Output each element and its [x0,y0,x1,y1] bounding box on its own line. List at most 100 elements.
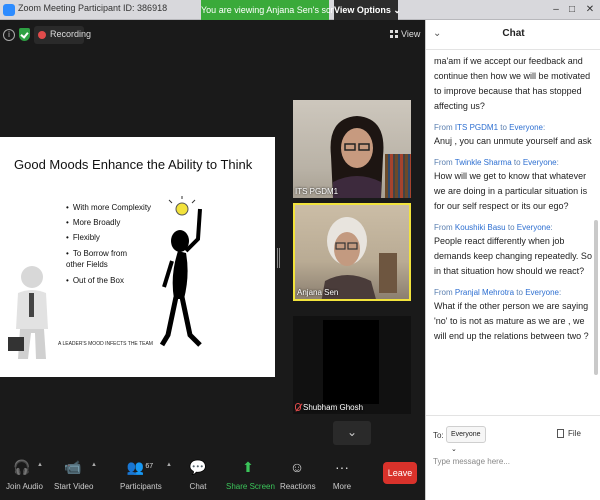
share-screen-button[interactable]: ⬆ Share Screen [226,458,275,491]
recipient-name: Everyone [522,158,557,167]
sender-name[interactable]: Twinkle Sharma [455,158,512,167]
video-off-icon: 📹 [64,459,82,475]
audio-options-caret[interactable]: ▲ [37,462,43,468]
chat-message-text: Anuj , you can unmute yourself and ask [434,136,592,146]
chat-message-text: ma'am if we accept our feedback and cont… [434,56,591,111]
chat-message-sender: From Twinkle Sharma to Everyone: [434,158,559,167]
join-audio-button[interactable]: 🎧 Join Audio [6,458,43,491]
sender-name[interactable]: Pranjal Mehrotra [455,288,514,297]
file-icon [557,429,564,438]
participant-name: ITS PGDM1 [295,187,339,196]
chat-button[interactable]: 💬 Chat [186,458,210,491]
chat-panel: ⌄ Chat ma'am if we accept our feedback a… [425,20,600,500]
from-word: From [434,123,453,132]
participant-count: 67 [145,463,154,470]
participant-name: Anjana Sen [297,288,339,297]
share-screen-icon: ⬆ [242,459,254,475]
chat-title: Chat [502,28,525,39]
to-word: to [507,223,515,232]
to-word: to [516,288,523,297]
panel-resize-handle[interactable] [277,248,280,268]
recipient-name: Everyone [525,288,559,297]
chat-message-text: What if the other person we are saying '… [434,301,589,341]
slide-bullet: More Broadly [66,218,151,227]
grid-icon [390,30,398,38]
chat-message-text: People react differently when job demand… [434,236,592,276]
chevron-down-icon: ⌄ [346,425,358,439]
more-label: More [332,482,352,491]
chat-message-text: How will we get to know that whatever we… [434,171,588,211]
recording-label: Recording [50,29,92,39]
participants-label: Participants [120,482,162,491]
file-button[interactable]: File [557,429,581,438]
scroll-down-button[interactable]: ⌄ [333,421,371,445]
recipient-select[interactable]: Everyone ⌄ [446,426,486,453]
slide-bullet-list: With more Complexity More Broadly Flexib… [66,203,151,291]
slide-footer: A LEADER'S MOOD INFECTS THE TEAM [58,341,153,347]
active-speaker-tile[interactable]: Anjana Sen [293,203,411,301]
meeting-toolbar: 🎧 Join Audio ▲ 📹 Start Video ▲ 👥67 Parti… [0,452,425,500]
slide-title: Good Moods Enhance the Ability to Think [14,157,253,172]
chat-message-list: ma'am if we accept our feedback and cont… [434,54,592,344]
slide-bullet: Out of the Box [66,276,151,285]
chat-label: Chat [189,482,207,491]
to-word: to [500,123,507,132]
from-word: From [434,158,453,167]
participant-video-image [330,116,384,198]
maximize-button[interactable]: □ [564,2,580,18]
slide-bullet: With more Complexity [66,203,151,212]
start-video-button[interactable]: 📹 Start Video [54,458,94,491]
video-tile[interactable]: ITS PGDM1 [293,100,411,198]
join-audio-label: Join Audio [6,482,43,491]
view-button[interactable]: View [390,29,420,39]
recipient-name: Everyone [516,223,551,232]
chat-header: ⌄ Chat [426,20,600,50]
thinking-stick-figure [160,196,202,347]
reactions-button[interactable]: ☺ Reactions [280,458,316,491]
chat-message-sender: From ITS PGDM1 to Everyone: [434,123,546,132]
more-button[interactable]: ··· More [328,458,356,491]
viewing-screen-banner: You are viewing Anjana Sen's screen [201,0,349,20]
sender-name[interactable]: ITS PGDM1 [455,123,498,132]
share-screen-label: Share Screen [226,482,275,491]
sender-name[interactable]: Koushiki Basu [455,223,506,232]
participants-button[interactable]: 👥67 Participants [120,458,162,491]
participants-icon: 👥67 [126,459,154,475]
recording-dot-icon [38,31,46,39]
video-options-caret[interactable]: ▲ [91,462,97,468]
background-bookshelf [385,154,411,198]
smiley-plus-icon: ☺ [289,459,305,475]
view-options-button[interactable]: View Options ⌄ [334,0,401,20]
window-title: Zoom Meeting Participant ID: 386918 [18,3,168,13]
from-word: From [434,288,453,297]
security-shield-icon[interactable] [19,28,30,41]
meeting-info-icon[interactable]: i [3,29,15,41]
video-tile[interactable]: Shubham Ghosh [293,316,411,414]
chat-scrollbar[interactable] [594,220,598,375]
from-word: From [434,223,453,232]
slide-bullet: To Borrow from other Fields [66,248,146,270]
headphones-icon: 🎧 [13,459,31,475]
participant-name: Shubham Ghosh [295,403,363,412]
participants-options-caret[interactable]: ▲ [166,462,172,468]
zoom-app-icon [3,4,15,16]
chat-message-sender: From Pranjal Mehrotra to Everyone: [434,288,562,297]
start-video-label: Start Video [54,482,94,491]
file-label: File [568,429,581,438]
to-label: To: [433,431,444,440]
video-off-placeholder [323,320,379,404]
3d-person-figure [8,266,48,359]
minimize-button[interactable]: – [548,2,564,18]
participant-name-text: Shubham Ghosh [303,403,364,412]
recording-indicator: Recording [34,26,91,44]
to-word: to [513,158,521,167]
meeting-top-bar: i Recording View [0,22,425,52]
close-button[interactable]: ✕ [582,2,598,18]
chat-compose-area: To: Everyone ⌄ File [426,415,600,500]
view-label: View [401,29,421,39]
ellipsis-icon: ··· [335,459,349,475]
leave-button[interactable]: Leave [383,462,417,484]
reactions-label: Reactions [280,482,316,491]
chat-message-sender: From Koushiki Basu to Everyone: [434,223,553,232]
chat-message-input[interactable] [433,454,593,468]
